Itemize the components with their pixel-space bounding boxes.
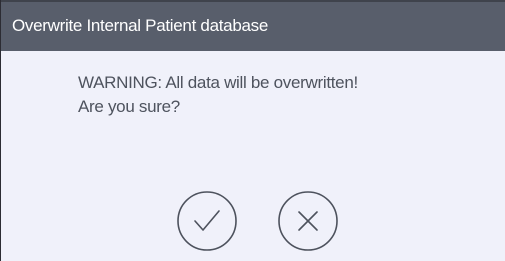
confirmation-question: Are you sure? <box>78 97 180 116</box>
confirm-button[interactable] <box>176 190 238 252</box>
x-icon <box>278 191 338 251</box>
cancel-button[interactable] <box>277 190 339 252</box>
checkmark-icon <box>177 191 237 251</box>
overwrite-dialog: Overwrite Internal Patient database WARN… <box>0 0 505 261</box>
warning-text: WARNING: All data will be overwritten! <box>78 73 358 92</box>
dialog-titlebar: Overwrite Internal Patient database <box>1 0 505 51</box>
dialog-title: Overwrite Internal Patient database <box>12 16 268 35</box>
warning-message: WARNING: All data will be overwritten! A… <box>78 71 358 119</box>
